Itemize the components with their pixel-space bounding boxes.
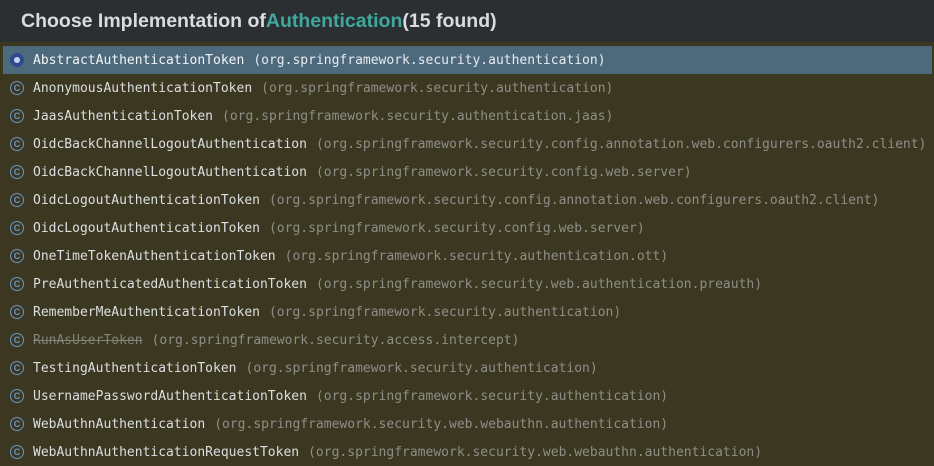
implementation-item[interactable]: C OidcLogoutAuthenticationToken (org.sprin… [0, 186, 934, 214]
class-name: AbstractAuthenticationToken [33, 52, 245, 68]
package-name: (org.springframework.security.config.web… [315, 164, 692, 180]
class-icon: C [10, 81, 24, 95]
choose-implementation-popup: Choose Implementation of Authentication … [0, 0, 934, 466]
title-prefix: Choose Implementation of [21, 9, 266, 32]
package-name: (org.springframework.security.authentica… [253, 52, 606, 68]
implementation-item[interactable]: C TestingAuthenticationToken (org.springfr… [0, 354, 934, 382]
class-name: OidcLogoutAuthenticationToken [33, 220, 260, 236]
implementation-item[interactable]: C RunAsUserToken (org.springframework.secu… [0, 326, 934, 354]
class-name: RunAsUserToken [33, 332, 143, 348]
implementation-item[interactable]: C OidcLogoutAuthenticationToken (org.sprin… [0, 214, 934, 242]
package-name: (org.springframework.security.authentica… [222, 108, 614, 124]
package-name: (org.springframework.security.access.int… [151, 332, 520, 348]
implementation-item[interactable]: C WebAuthnAuthenticationRequestToken (org.… [0, 438, 934, 466]
implementation-item[interactable]: C WebAuthnAuthentication (org.springframew… [0, 410, 934, 438]
package-name: (org.springframework.security.authentica… [245, 360, 598, 376]
implementation-item[interactable]: AbstractAuthenticationToken (org.springfr… [3, 46, 932, 74]
class-name: RememberMeAuthenticationToken [33, 304, 260, 320]
class-icon: C [10, 417, 24, 431]
package-name: (org.springframework.security.config.web… [268, 220, 645, 236]
implementation-item[interactable]: C JaasAuthenticationToken (org.springframe… [0, 102, 934, 130]
class-name: OidcBackChannelLogoutAuthentication [33, 164, 307, 180]
class-icon: C [10, 277, 24, 291]
class-icon: C [10, 333, 24, 347]
class-icon: C [10, 193, 24, 207]
class-name: OidcLogoutAuthenticationToken [33, 192, 260, 208]
title-target-class: Authentication [265, 9, 403, 32]
class-icon: C [10, 221, 24, 235]
package-name: (org.springframework.security.config.ann… [268, 192, 880, 208]
class-icon: C [10, 249, 24, 263]
class-icon: C [10, 137, 24, 151]
class-icon: C [10, 109, 24, 123]
class-name: UsernamePasswordAuthenticationToken [33, 388, 307, 404]
implementation-item[interactable]: C UsernamePasswordAuthenticationToken (org… [0, 382, 934, 410]
implementation-item[interactable]: C OidcBackChannelLogoutAuthentication (org… [0, 158, 934, 186]
package-name: (org.springframework.security.web.webaut… [308, 444, 763, 460]
class-name: WebAuthnAuthenticationRequestToken [33, 444, 300, 460]
implementation-item[interactable]: C RememberMeAuthenticationToken (org.sprin… [0, 298, 934, 326]
implementation-item[interactable]: C AnonymousAuthenticationToken (org.spring… [0, 74, 934, 102]
package-name: (org.springframework.security.web.webaut… [214, 416, 669, 432]
package-name: (org.springframework.security.authentica… [261, 80, 614, 96]
class-name: OneTimeTokenAuthenticationToken [33, 248, 276, 264]
package-name: (org.springframework.security.config.ann… [315, 136, 927, 152]
class-name: OidcBackChannelLogoutAuthentication [33, 136, 307, 152]
package-name: (org.springframework.security.authentica… [315, 388, 669, 404]
package-name: (org.springframework.security.authentica… [268, 304, 622, 320]
class-icon: C [10, 361, 24, 375]
title-count: (15 found) [402, 9, 497, 32]
class-icon: C [10, 165, 24, 179]
class-icon: C [10, 389, 24, 403]
class-name: JaasAuthenticationToken [33, 108, 214, 124]
abstract-class-icon [10, 53, 24, 67]
popup-title: Choose Implementation of Authentication … [0, 0, 934, 42]
class-icon: C [10, 445, 24, 459]
implementation-item[interactable]: C OneTimeTokenAuthenticationToken (org.spr… [0, 242, 934, 270]
package-name: (org.springframework.security.web.authen… [315, 276, 763, 292]
class-name: AnonymousAuthenticationToken [33, 80, 253, 96]
class-name: TestingAuthenticationToken [33, 360, 237, 376]
class-name: PreAuthenticatedAuthenticationToken [33, 276, 307, 292]
implementation-list: AbstractAuthenticationToken (org.springfr… [0, 42, 934, 466]
implementation-item[interactable]: C OidcBackChannelLogoutAuthentication (org… [0, 130, 934, 158]
class-icon: C [10, 305, 24, 319]
class-name: WebAuthnAuthentication [33, 416, 206, 432]
package-name: (org.springframework.security.authentica… [284, 248, 669, 264]
implementation-item[interactable]: C PreAuthenticatedAuthenticationToken (org… [0, 270, 934, 298]
